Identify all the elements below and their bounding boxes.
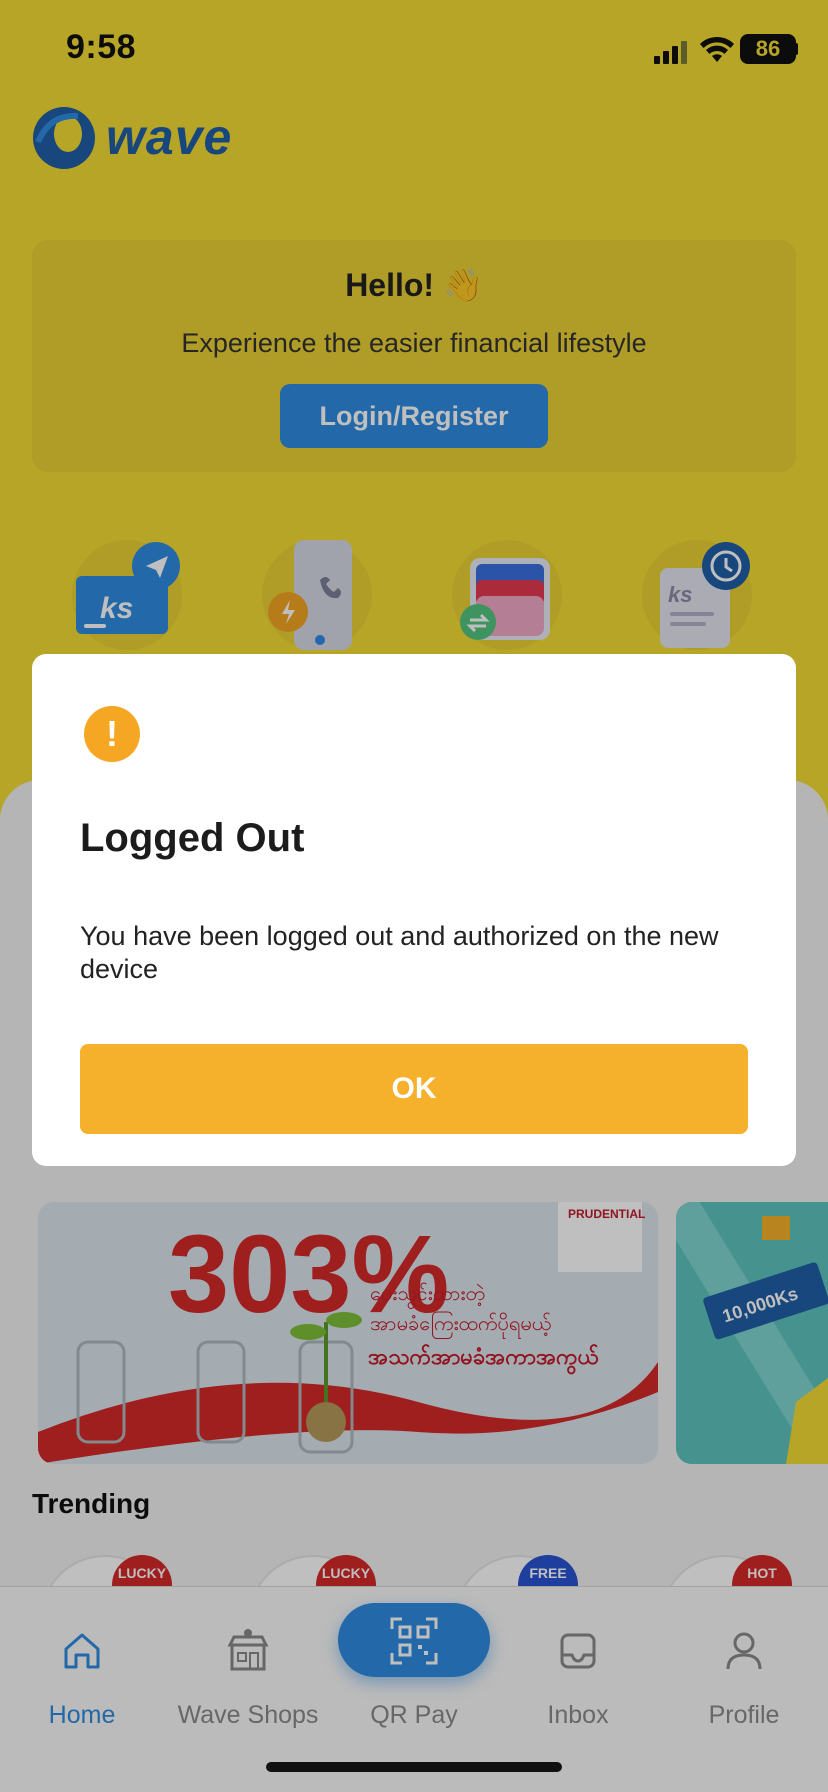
logged-out-dialog: ! Logged Out You have been logged out an… [32, 654, 796, 1166]
home-indicator[interactable] [266, 1762, 562, 1772]
dialog-title: Logged Out [80, 816, 305, 860]
app-screen: 9:58 86 wave Hello! � [0, 0, 828, 1792]
ok-button[interactable]: OK [80, 1044, 748, 1134]
warning-icon: ! [84, 706, 140, 762]
dialog-message: You have been logged out and authorized … [80, 921, 719, 984]
